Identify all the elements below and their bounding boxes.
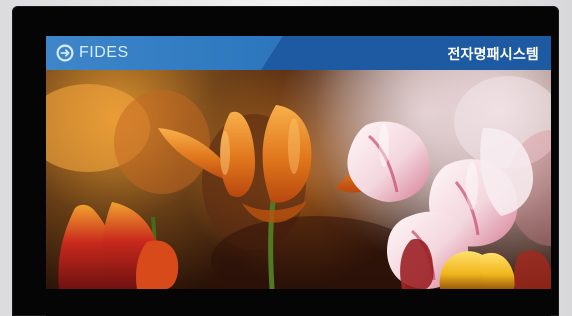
bottom-bezel	[46, 289, 551, 316]
system-title: 전자명패시스템	[447, 46, 539, 62]
logo-text: FIDES	[79, 44, 129, 61]
logo: FIDES	[56, 42, 129, 64]
tulip-background-image	[46, 70, 551, 289]
header-banner: FIDES 전자명패시스템	[46, 36, 551, 70]
nameplate-screen-photo: FIDES 전자명패시스템	[0, 0, 572, 316]
fides-logo-icon	[56, 44, 74, 62]
display-screen: FIDES 전자명패시스템	[46, 36, 551, 289]
tulip-illustration	[46, 76, 551, 289]
